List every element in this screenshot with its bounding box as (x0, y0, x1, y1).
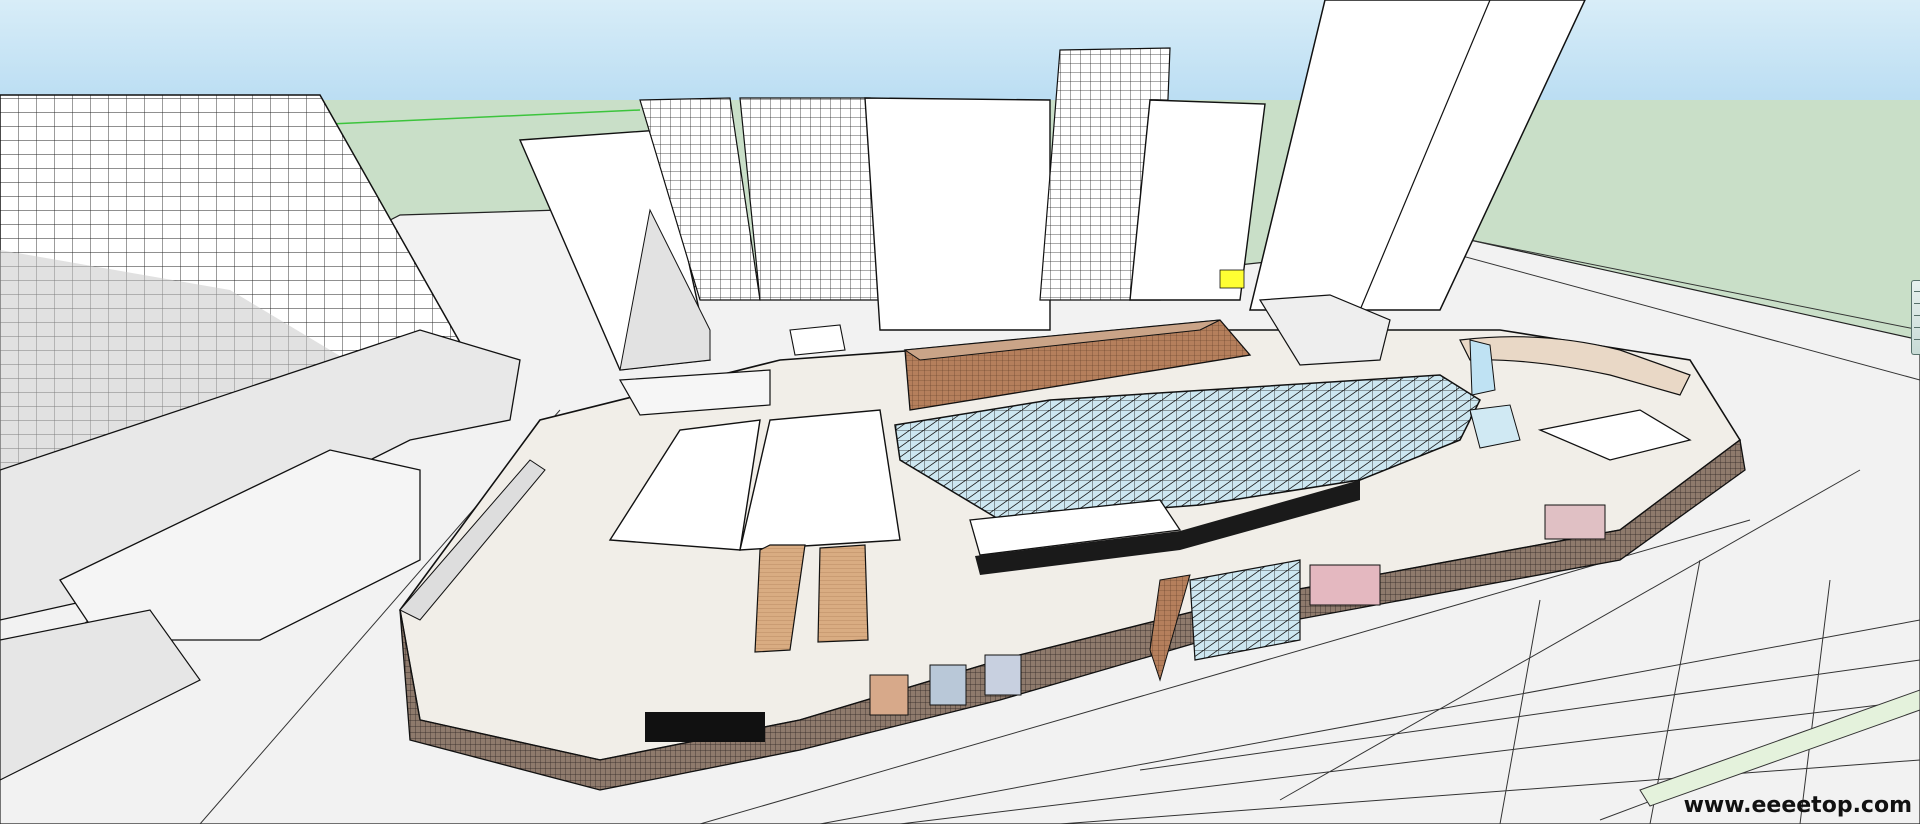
model-viewport[interactable]: www.eeeetop.com (0, 0, 1920, 824)
yellow-highlight-strip (1219, 269, 1245, 289)
slider-notch (1914, 327, 1920, 328)
wood-pergola-2 (817, 544, 869, 643)
sky (0, 0, 1920, 110)
tower-base-hut (789, 324, 846, 356)
slider-notch (1914, 291, 1920, 292)
slider-notch (1914, 315, 1920, 316)
tower-plain-3 (864, 97, 1051, 331)
slider-notch (1914, 303, 1920, 304)
zoom-scale-slider[interactable] (1911, 280, 1920, 355)
dark-signage-panel (645, 712, 765, 742)
slider-notch (1914, 339, 1920, 340)
site-watermark: www.eeeetop.com (1683, 793, 1912, 818)
tower-grid-2 (739, 97, 881, 301)
3d-model-scene[interactable] (0, 0, 1920, 824)
